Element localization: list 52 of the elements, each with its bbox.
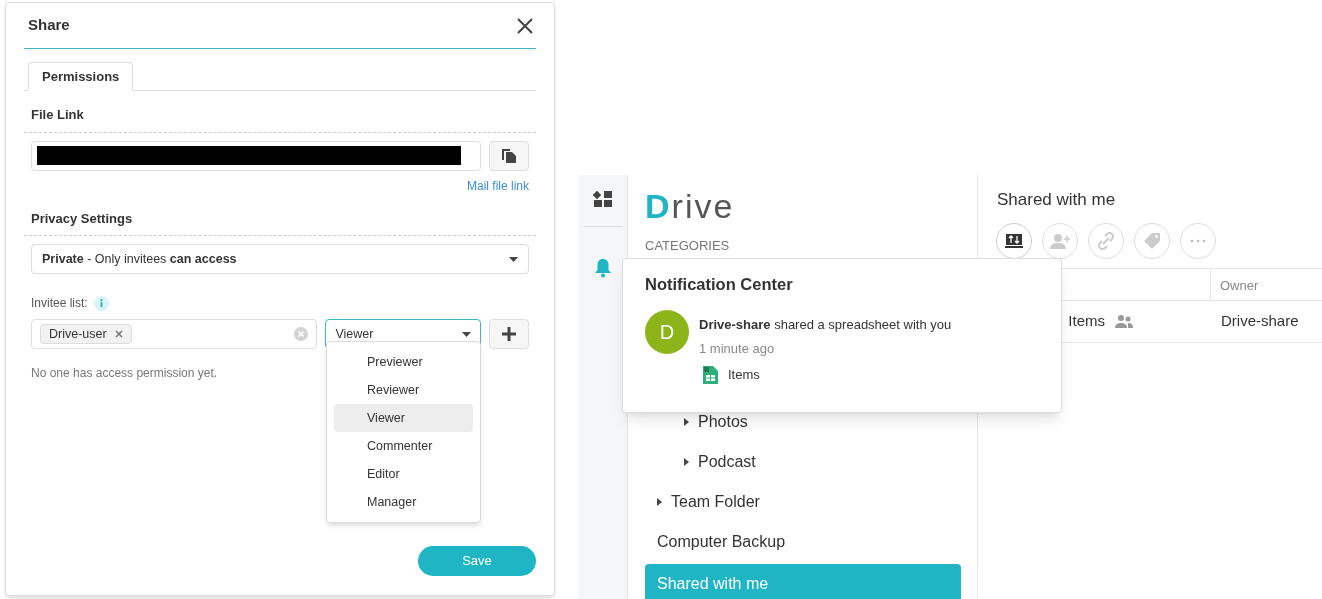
apps-icon[interactable] bbox=[592, 189, 613, 209]
file-link[interactable]: Items bbox=[703, 364, 760, 385]
field-label: Invitee list: bbox=[31, 295, 88, 312]
tab[interactable]: Permissions bbox=[28, 62, 134, 91]
invitee-field[interactable]: Drive-user bbox=[31, 319, 318, 349]
mail-link[interactable]: Mail file link bbox=[467, 176, 529, 195]
expand-arrow-icon[interactable] bbox=[657, 497, 662, 506]
copy-button[interactable] bbox=[489, 140, 529, 171]
invitee-chip[interactable]: Drive-user bbox=[40, 324, 132, 344]
panel-title: Notification Center bbox=[645, 274, 793, 295]
caret-icon bbox=[462, 331, 472, 337]
link-icon bbox=[1097, 231, 1115, 250]
more-icon bbox=[1190, 238, 1206, 243]
shared-users-icon bbox=[1115, 314, 1133, 328]
sidebar-item[interactable]: Team Folder bbox=[645, 481, 961, 522]
menu-item[interactable]: Manager bbox=[334, 488, 473, 516]
menu-item[interactable]: Viewer bbox=[334, 404, 473, 432]
menu-item[interactable]: Previewer bbox=[334, 348, 473, 376]
sidebar-item[interactable]: Photos bbox=[645, 401, 961, 442]
column-header: Owner bbox=[1220, 276, 1259, 295]
add-user-icon bbox=[1050, 232, 1070, 249]
menu-item[interactable]: Commenter bbox=[334, 432, 473, 460]
file-name: Items bbox=[1068, 310, 1105, 331]
sidebar-item[interactable]: Computer Backup bbox=[645, 521, 961, 562]
transfer-icon bbox=[1005, 232, 1023, 249]
add-button[interactable] bbox=[489, 319, 529, 349]
link-field[interactable] bbox=[31, 140, 481, 171]
notification-message: Drive-share shared a spreadsheet with you bbox=[699, 315, 952, 334]
spreadsheet-icon bbox=[703, 365, 718, 384]
plus-icon bbox=[502, 327, 517, 341]
avatar: D bbox=[645, 309, 689, 354]
caret-icon bbox=[509, 256, 518, 262]
expand-arrow-icon[interactable] bbox=[684, 457, 689, 466]
close-icon[interactable] bbox=[516, 16, 534, 35]
table-cell-text: Drive-share bbox=[1221, 310, 1299, 331]
dialog-title: Share bbox=[28, 15, 70, 36]
copy-icon bbox=[501, 147, 517, 164]
menu-item[interactable]: Reviewer bbox=[334, 376, 473, 404]
menu-item[interactable]: Editor bbox=[334, 460, 473, 488]
expand-arrow-icon[interactable] bbox=[684, 417, 689, 426]
section-heading: File Link bbox=[31, 106, 84, 124]
privacy-select[interactable]: Private - Only invitees can access bbox=[31, 244, 529, 274]
empty-note: No one has access permission yet. bbox=[31, 365, 218, 382]
section-heading: Privacy Settings bbox=[31, 209, 133, 228]
remove-icon[interactable] bbox=[114, 330, 123, 338]
section-heading: CATEGORIES bbox=[645, 237, 730, 255]
page-title: Shared with me bbox=[997, 189, 1116, 211]
tag-icon bbox=[1143, 231, 1161, 250]
info-icon bbox=[93, 295, 109, 311]
notification-time: 1 minute ago bbox=[699, 340, 775, 359]
drive-logo: Drive bbox=[645, 186, 735, 227]
sidebar-item[interactable]: Podcast bbox=[645, 441, 961, 482]
